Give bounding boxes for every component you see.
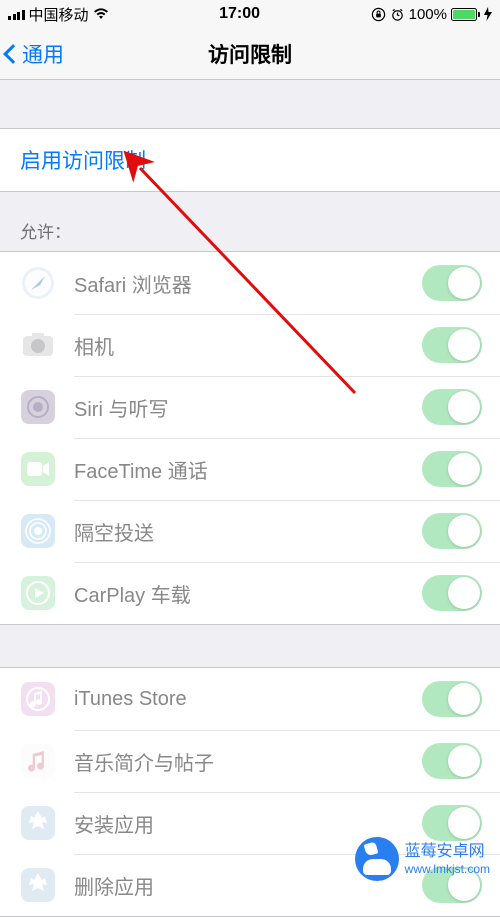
toggle-airdrop[interactable] (422, 513, 482, 549)
carrier-label: 中国移动 (29, 4, 89, 25)
battery-pct: 100% (409, 6, 447, 23)
chevron-left-icon (3, 44, 23, 64)
page-title: 访问限制 (208, 39, 292, 69)
facetime-icon (18, 449, 58, 489)
itunes-icon (18, 679, 58, 719)
carplay-icon (18, 573, 58, 613)
status-right: 100% (371, 6, 492, 23)
back-button[interactable]: 通用 (6, 28, 64, 79)
install-icon (18, 803, 58, 843)
toggle-install[interactable] (422, 805, 482, 841)
row-label: 安装应用 (74, 809, 422, 838)
row-label: Siri 与听写 (74, 393, 422, 422)
row-label: 隔空投送 (74, 517, 422, 546)
allow-row-carplay: CarPlay 车载 (0, 562, 500, 624)
remove-icon (18, 865, 58, 905)
status-bar: 中国移动 17:00 100% (0, 0, 500, 28)
camera-icon (18, 325, 58, 365)
watermark: 蓝莓安卓网 www.lmkjst.com (355, 837, 490, 881)
siri-icon (18, 387, 58, 427)
signal-icon (8, 8, 25, 20)
toggle-facetime[interactable] (422, 451, 482, 487)
nav-bar: 通用 访问限制 (0, 28, 500, 80)
enable-label: 启用访问限制 (20, 150, 146, 173)
back-label: 通用 (22, 39, 64, 69)
watermark-url: www.lmkjst.com (405, 862, 490, 876)
allow-row-music: 音乐简介与帖子 (0, 730, 500, 792)
allow-row-safari: Safari 浏览器 (0, 252, 500, 314)
alarm-icon (390, 7, 405, 22)
row-label: Safari 浏览器 (74, 269, 422, 298)
toggle-music[interactable] (422, 743, 482, 779)
allow-list-1: Safari 浏览器相机 Siri 与听写 FaceTime 通话隔空投送 CarPl… (0, 251, 500, 625)
row-label: 音乐简介与帖子 (74, 747, 422, 776)
safari-icon (18, 263, 58, 303)
wifi-icon (93, 8, 109, 20)
row-label: iTunes Store (74, 688, 422, 711)
allow-row-facetime: FaceTime 通话 (0, 438, 500, 500)
allow-row-camera: 相机 (0, 314, 500, 376)
section-header-allow: 允许： (0, 192, 500, 251)
allow-row-siri: Siri 与听写 (0, 376, 500, 438)
airdrop-icon (18, 511, 58, 551)
allow-row-airdrop: 隔空投送 (0, 500, 500, 562)
battery-icon (451, 8, 480, 21)
toggle-siri[interactable] (422, 389, 482, 425)
toggle-camera[interactable] (422, 327, 482, 363)
row-label: 相机 (74, 331, 422, 360)
toggle-itunes[interactable] (422, 681, 482, 717)
music-icon (18, 741, 58, 781)
orientation-lock-icon (371, 7, 386, 22)
allow-row-itunes: iTunes Store (0, 668, 500, 730)
status-time: 17:00 (219, 5, 260, 23)
toggle-carplay[interactable] (422, 575, 482, 611)
row-label: CarPlay 车载 (74, 579, 422, 608)
toggle-safari[interactable] (422, 265, 482, 301)
enable-restrictions-button[interactable]: 启用访问限制 (0, 128, 500, 192)
status-left: 中国移动 (8, 4, 109, 25)
watermark-icon (355, 837, 399, 881)
charging-icon (484, 7, 492, 21)
row-label: FaceTime 通话 (74, 455, 422, 484)
watermark-title: 蓝莓安卓网 (405, 842, 490, 861)
